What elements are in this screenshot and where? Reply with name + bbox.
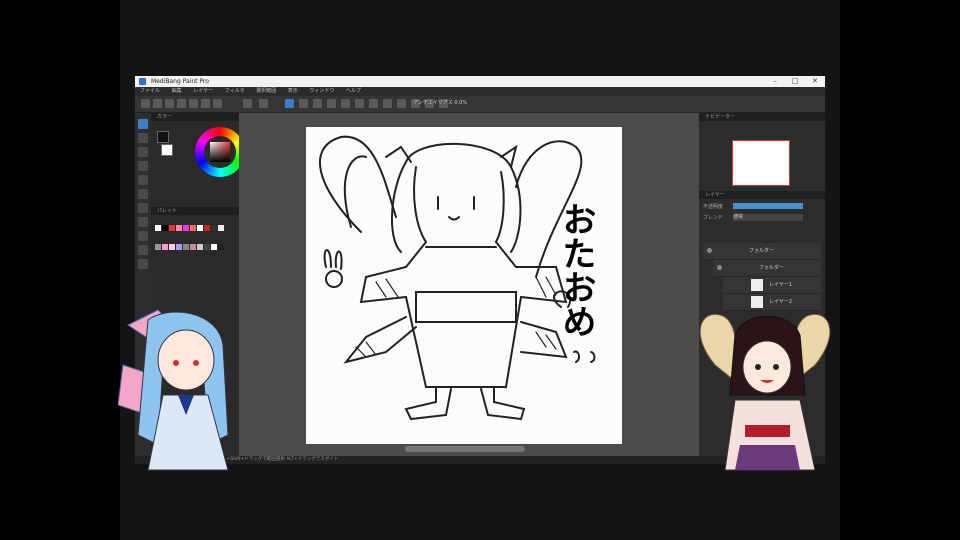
menu-item-window[interactable]: ウィンドウ: [309, 88, 334, 94]
opacity-label: 不透明度: [703, 204, 724, 210]
color-panel-header: カラー: [151, 113, 239, 121]
visibility-icon[interactable]: [707, 248, 712, 253]
menu-item-view[interactable]: 表示: [288, 88, 298, 94]
layer-row[interactable]: フォルダー: [713, 260, 821, 277]
navigator-panel-header: ナビゲーター: [699, 113, 825, 121]
antialias-option[interactable]: アンチエイリアス 0.0%: [413, 99, 467, 108]
hand-tool-icon[interactable]: [138, 259, 148, 269]
gradient-tool-icon[interactable]: [138, 175, 148, 185]
fill-tool-icon[interactable]: [138, 161, 148, 171]
menu-item-filter[interactable]: フィルタ: [225, 88, 245, 94]
redo-icon[interactable]: [259, 99, 268, 108]
ruler-icon[interactable]: [383, 99, 392, 108]
vertical-message: おたおめ: [556, 202, 596, 338]
blend-label: ブレンド: [703, 215, 724, 221]
select-tool-icon[interactable]: [138, 217, 148, 227]
cloud-icon[interactable]: [177, 99, 186, 108]
close-icon[interactable]: ✕: [805, 76, 825, 87]
save-icon[interactable]: [165, 99, 174, 108]
eyedropper-tool-icon[interactable]: [138, 245, 148, 255]
layer-thumbnail: [751, 279, 763, 291]
layer-row[interactable]: フォルダー: [703, 243, 821, 260]
title-bar: MediBang Paint Pro – □ ✕: [135, 76, 825, 87]
move-tool-icon[interactable]: [138, 189, 148, 199]
canvas-scrollbar[interactable]: [405, 446, 525, 452]
menu-item-layer[interactable]: レイヤー: [193, 88, 213, 94]
eraser-tool-icon[interactable]: [138, 133, 148, 143]
toolbar: アンチエイリアス 0.0%: [135, 96, 825, 113]
rotate-icon[interactable]: [369, 99, 378, 108]
window-title: MediBang Paint Pro: [151, 78, 209, 85]
share-icon[interactable]: [189, 99, 198, 108]
navigator-preview[interactable]: [732, 140, 790, 186]
shape-tool-icon[interactable]: [138, 203, 148, 213]
canvas-area[interactable]: おたおめ: [239, 113, 699, 464]
foreground-color[interactable]: [157, 131, 169, 143]
layer-row[interactable]: レイヤー1: [723, 277, 821, 294]
palette-panel-header: パレット: [151, 207, 239, 215]
new-file-icon[interactable]: [141, 99, 150, 108]
background-color[interactable]: [161, 144, 173, 156]
left-character-overlay: [118, 309, 229, 471]
flip-icon[interactable]: [355, 99, 364, 108]
lasso-icon[interactable]: [299, 99, 308, 108]
minimize-icon[interactable]: –: [765, 76, 785, 87]
menu-item-edit[interactable]: 編集: [172, 88, 182, 94]
snap-icon[interactable]: [397, 99, 406, 108]
menu-item-file[interactable]: ファイル: [140, 88, 160, 94]
text-tool-icon[interactable]: [138, 231, 148, 241]
color-square[interactable]: [210, 142, 230, 162]
selection-icon[interactable]: [285, 99, 294, 108]
menu-bar: ファイル 編集 レイヤー フィルタ 選択範囲 表示 ウィンドウ ヘルプ: [135, 87, 825, 96]
transform-icon[interactable]: [341, 99, 350, 108]
blend-select[interactable]: 通常: [733, 214, 803, 221]
palette-swatches[interactable]: [155, 217, 235, 250]
dot-tool-icon[interactable]: [138, 147, 148, 157]
brush-tool-icon[interactable]: [138, 119, 148, 129]
grid-icon[interactable]: [213, 99, 222, 108]
magic-wand-icon[interactable]: [313, 99, 322, 108]
menu-item-help[interactable]: ヘルプ: [346, 88, 361, 94]
layer-panel-header: レイヤー: [699, 191, 825, 199]
settings-icon[interactable]: [201, 99, 210, 108]
undo-icon[interactable]: [243, 99, 252, 108]
crop-icon[interactable]: [327, 99, 336, 108]
app-icon: [139, 78, 146, 85]
menu-item-select[interactable]: 選択範囲: [256, 88, 276, 94]
open-file-icon[interactable]: [153, 99, 162, 108]
drawing-canvas[interactable]: おたおめ: [306, 127, 622, 444]
character-sketch: おたおめ: [318, 135, 596, 421]
maximize-icon[interactable]: □: [785, 76, 805, 87]
visibility-icon[interactable]: [717, 265, 722, 270]
right-character-overlay: [699, 313, 831, 471]
opacity-slider[interactable]: [733, 203, 803, 209]
